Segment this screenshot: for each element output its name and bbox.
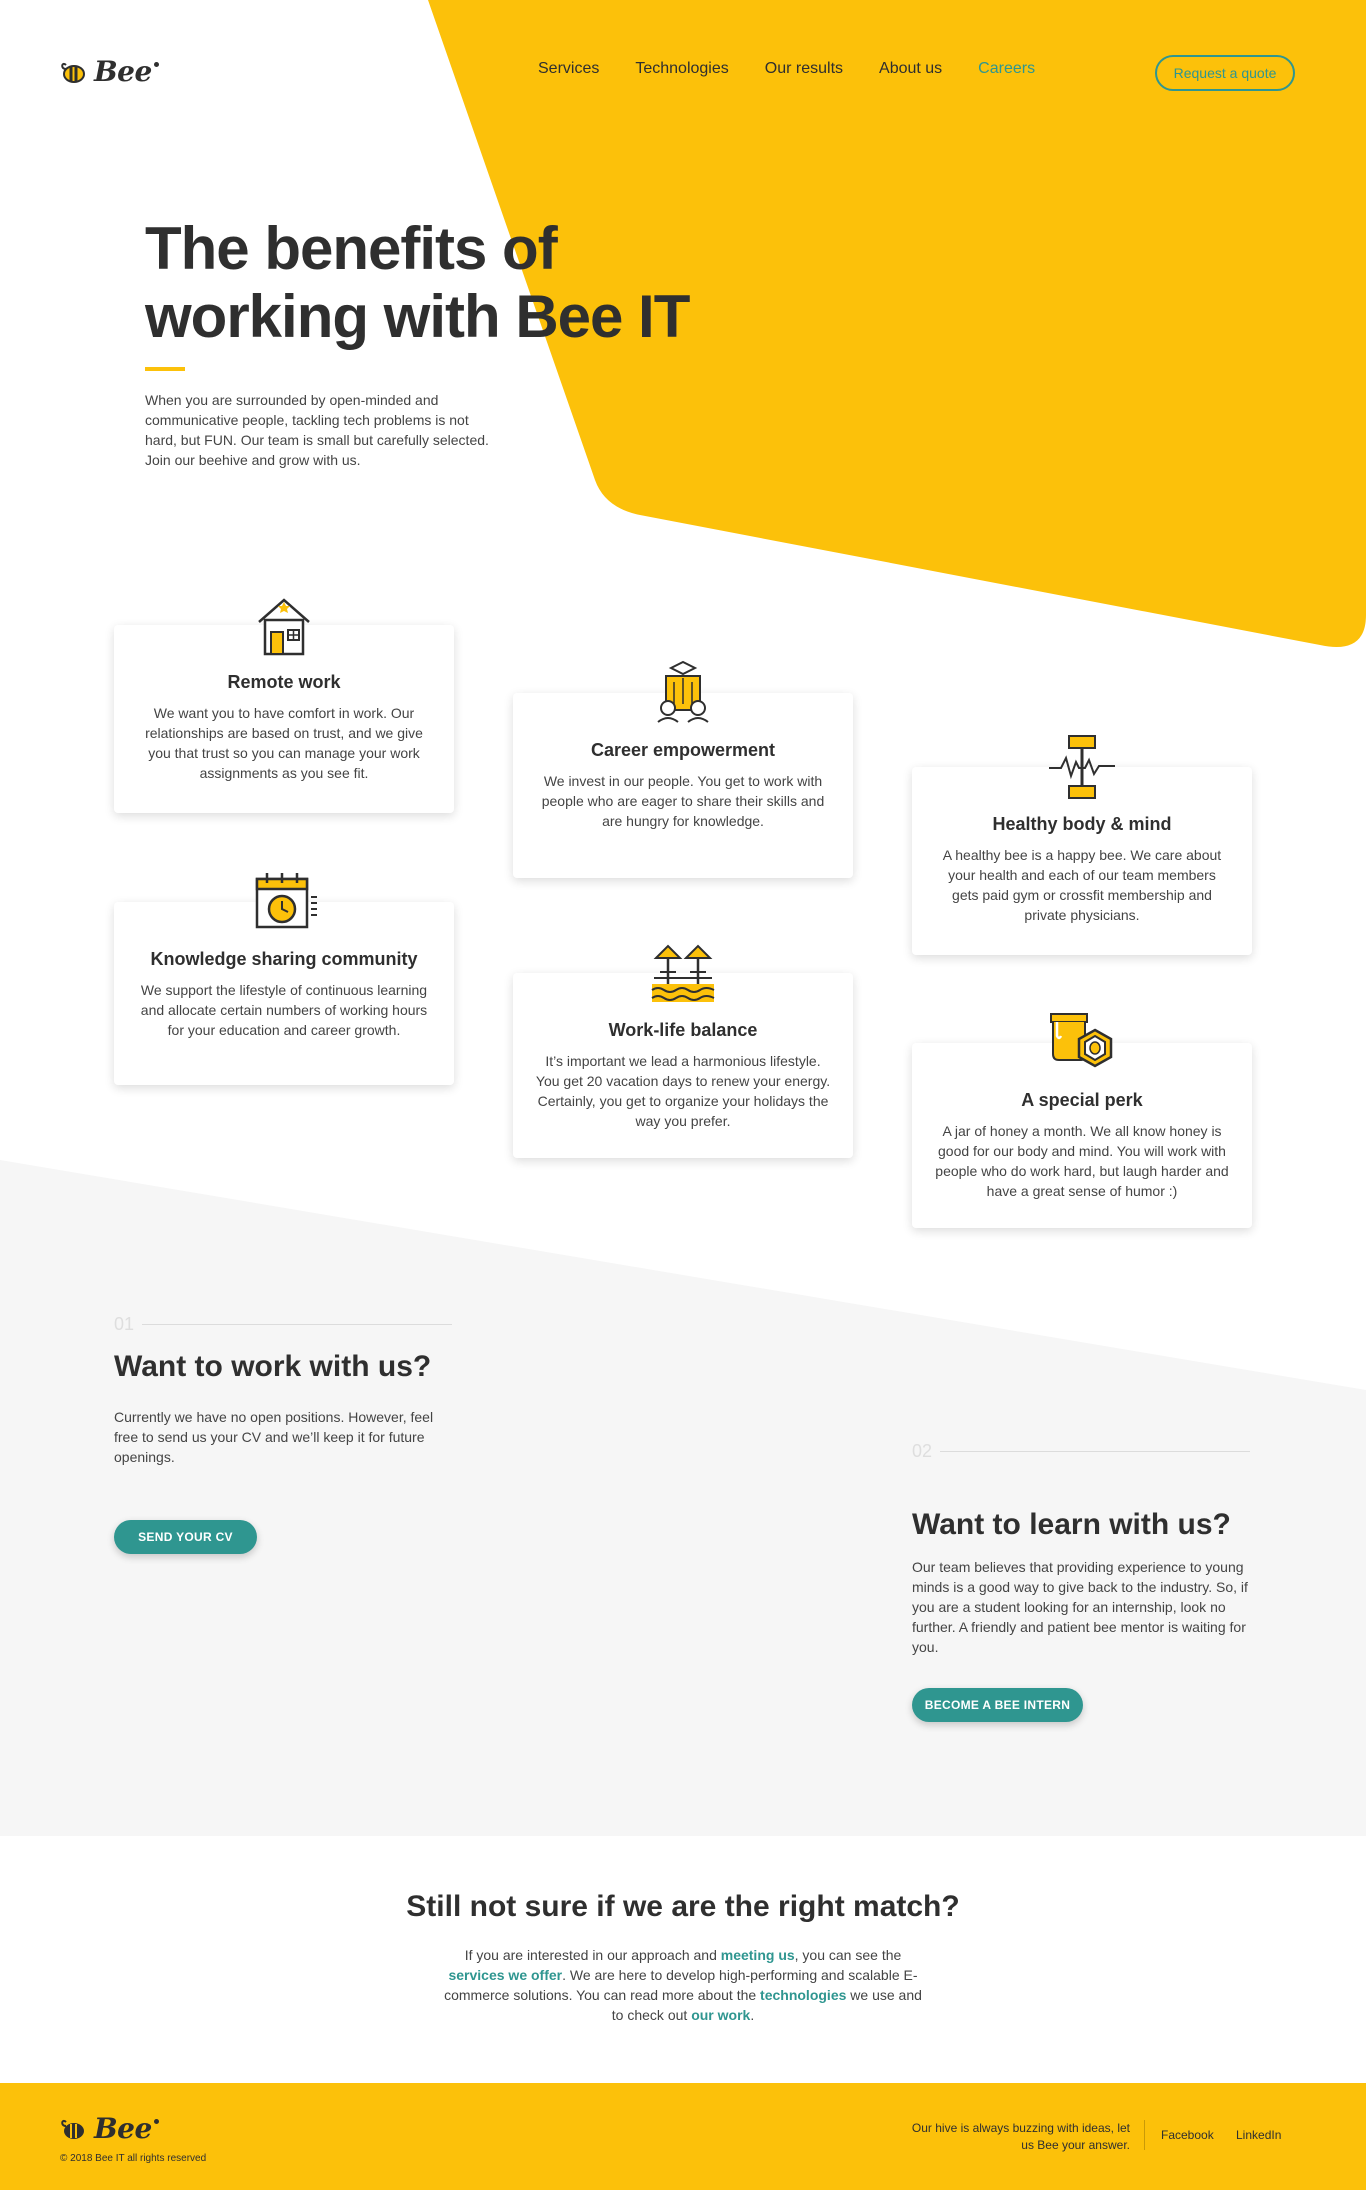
benefit-title: A special perk (1021, 1090, 1143, 1110)
nav-our-results[interactable]: Our results (765, 60, 843, 78)
logo-dot (153, 2119, 159, 2124)
meeting-us-link[interactable]: meeting us (721, 1947, 795, 1963)
hero-intro: When you are surrounded by open-minded a… (145, 392, 489, 468)
house-icon (258, 598, 310, 656)
work-with-us-text: Currently we have no open positions. How… (114, 1409, 434, 1465)
logo-text: Bee (94, 2112, 152, 2145)
benefit-title: Work-life balance (608, 1020, 758, 1040)
match-text-part: If you are interested in our approach an… (464, 1947, 721, 1963)
section-divider (940, 1451, 1251, 1452)
benefit-text: A healthy bee is a happy bee. We care ab… (942, 847, 1222, 923)
benefit-title: Knowledge sharing community (150, 949, 418, 969)
facebook-link[interactable]: Facebook (1161, 2128, 1214, 2142)
learn-with-us-text: Our team believes that providing experie… (912, 1559, 1248, 1655)
honey-jar-icon (1050, 1013, 1113, 1068)
benefit-card-work-life-balance: Work-life balance It’s important we lead… (513, 944, 853, 1158)
become-intern-button[interactable]: BECOME A BEE INTERN (912, 1688, 1083, 1722)
logo-dot (153, 62, 159, 67)
title-underline (145, 367, 185, 371)
benefit-text: A jar of honey a month. We all know hone… (935, 1123, 1229, 1199)
technologies-link[interactable]: technologies (760, 1987, 846, 2003)
benefit-card-healthy-body: Healthy body & mind A healthy bee is a h… (912, 735, 1252, 955)
match-text: If you are interested in our approach an… (443, 1945, 923, 2025)
benefit-card-career-empowerment: Career empowerment We invest in our peop… (513, 660, 853, 878)
footer-tagline: Our hive is always buzzing with ideas, l… (911, 2121, 1130, 2152)
benefit-card-remote-work: Remote work We want you to have comfort … (114, 598, 454, 813)
section-number-02: 02 (912, 1441, 1251, 1462)
benefit-title: Healthy body & mind (992, 814, 1172, 834)
section-number-text: 02 (912, 1441, 933, 1461)
copyright: © 2018 Bee IT all rights reserved (60, 2153, 207, 2164)
benefit-text: We support the lifestyle of continuous l… (140, 982, 428, 1038)
linkedin-link[interactable]: LinkedIn (1236, 2128, 1281, 2142)
send-cv-button[interactable]: SEND YOUR CV (114, 1520, 257, 1554)
benefit-card-knowledge-sharing: Knowledge sharing community We support t… (114, 873, 454, 1085)
services-link[interactable]: services we offer (448, 1967, 562, 1983)
match-text-part: . (750, 2007, 755, 2023)
logo-text: Bee (94, 55, 152, 88)
calendar-clock-icon (255, 873, 317, 929)
benefit-title: Remote work (227, 672, 341, 692)
section-divider (142, 1324, 453, 1325)
footer-logo[interactable]: Bee (60, 2112, 159, 2145)
section-number-text: 01 (114, 1314, 135, 1334)
footer-divider (1144, 2120, 1145, 2150)
bee-logo-icon (61, 2119, 84, 2139)
main-nav: Services Technologies Our results About … (538, 60, 1035, 78)
section-number-01: 01 (114, 1314, 453, 1335)
our-work-link[interactable]: our work (691, 2007, 750, 2023)
match-text-part: , you can see the (794, 1947, 902, 1963)
nav-services[interactable]: Services (538, 60, 599, 78)
header-logo[interactable]: Bee (60, 55, 159, 88)
page-title: The benefits of working with Bee IT (145, 215, 690, 350)
nav-careers[interactable]: Careers (978, 60, 1035, 78)
benefit-title: Career empowerment (590, 740, 776, 760)
benefit-text: We want you to have comfort in work. Our… (145, 705, 423, 781)
beach-icon (651, 944, 715, 1002)
nav-about-us[interactable]: About us (879, 60, 942, 78)
dumbbell-icon (1049, 735, 1115, 799)
work-with-us-title: Want to work with us? (114, 1350, 432, 1383)
bee-logo-icon (61, 62, 85, 83)
learn-with-us-title: Want to learn with us? (912, 1508, 1231, 1541)
request-quote-button[interactable]: Request a quote (1155, 55, 1295, 91)
benefit-text: It’s important we lead a harmonious life… (535, 1053, 831, 1129)
match-title: Still not sure if we are the right match… (406, 1890, 960, 1923)
team-icon (657, 660, 709, 723)
nav-technologies[interactable]: Technologies (635, 60, 728, 78)
benefit-text: We invest in our people. You get to work… (541, 773, 825, 829)
benefit-card-special-perk: A special perk A jar of honey a month. W… (912, 1013, 1252, 1228)
